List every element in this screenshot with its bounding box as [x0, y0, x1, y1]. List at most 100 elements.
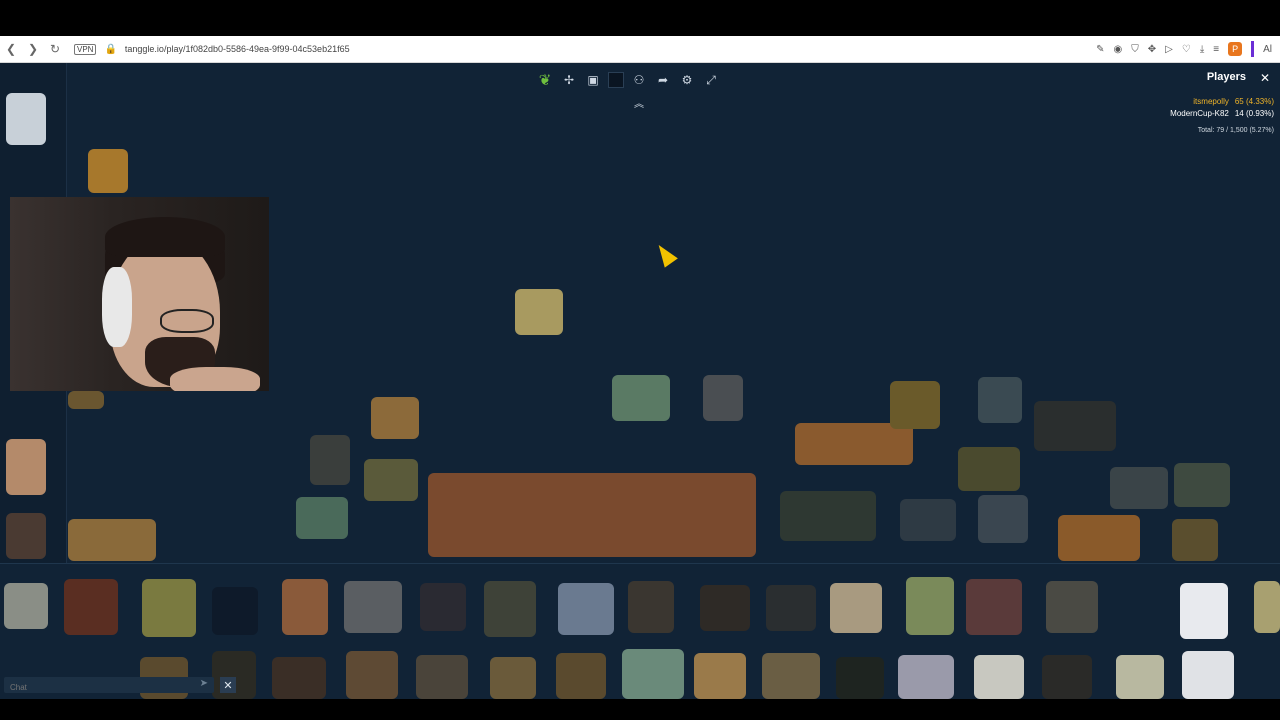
puzzle-piece[interactable]: [780, 491, 876, 541]
puzzle-piece[interactable]: [212, 587, 258, 635]
chat-input[interactable]: [4, 679, 172, 696]
heart-icon[interactable]: ♡: [1182, 44, 1191, 55]
puzzle-piece[interactable]: [346, 651, 398, 699]
webcam-overlay: [10, 197, 269, 391]
vpn-badge[interactable]: VPN: [74, 43, 97, 55]
player-score: 14 (0.93%): [1234, 109, 1274, 118]
bottom-letterbox: [0, 699, 1280, 720]
logo-leaf-icon[interactable]: ❦: [536, 71, 554, 89]
puzzle-piece[interactable]: [68, 391, 104, 409]
puzzle-piece[interactable]: [628, 581, 674, 633]
ai-button[interactable]: Al: [1263, 44, 1272, 55]
top-letterbox: [0, 0, 1280, 36]
puzzle-piece[interactable]: [282, 579, 328, 635]
puzzle-piece[interactable]: [1174, 463, 1230, 507]
puzzle-piece[interactable]: [1254, 581, 1280, 633]
puzzle-piece[interactable]: [484, 581, 536, 637]
browser-extension-icons: ✎ ◉ ⛉ ✥ ▷ ♡ ⤓ ≡ P Al: [1096, 36, 1272, 62]
puzzle-icon[interactable]: ✢: [560, 71, 578, 89]
image-preview-icon[interactable]: ▣: [584, 71, 602, 89]
chat-close-icon[interactable]: ✕: [220, 677, 236, 693]
camera-icon[interactable]: ◉: [1114, 44, 1123, 55]
puzzle-piece[interactable]: [1046, 581, 1098, 633]
puzzle-toolbar: ❦ ✢ ▣ ⚇ ➦ ⚙ ⤢: [536, 69, 720, 91]
puzzle-piece[interactable]: [694, 653, 746, 699]
puzzle-piece[interactable]: [830, 583, 882, 633]
puzzle-piece[interactable]: [890, 381, 940, 429]
download-icon[interactable]: ⤓: [1200, 44, 1204, 55]
settings-icon[interactable]: ⚙: [678, 71, 696, 89]
send-icon[interactable]: ➤: [200, 678, 208, 689]
puzzle-piece[interactable]: [1180, 583, 1228, 639]
puzzle-piece[interactable]: [142, 579, 196, 637]
puzzle-piece[interactable]: [88, 149, 128, 193]
puzzle-piece[interactable]: [416, 655, 468, 699]
puzzle-piece[interactable]: [762, 653, 820, 699]
puzzle-piece[interactable]: [344, 581, 402, 633]
puzzle-piece[interactable]: [296, 497, 348, 539]
lock-icon[interactable]: 🔒: [104, 44, 116, 55]
puzzle-piece[interactable]: [1182, 651, 1234, 699]
puzzle-board[interactable]: ❦ ✢ ▣ ⚇ ➦ ⚙ ⤢ ︽ Players ✕ itsmepolly 65 …: [0, 63, 1280, 699]
shield-icon[interactable]: ⛉: [1131, 44, 1139, 55]
puzzle-piece[interactable]: [64, 579, 118, 635]
forward-icon[interactable]: ❯: [22, 38, 44, 60]
puzzle-piece[interactable]: [68, 519, 156, 561]
piece-tray-divider: [0, 563, 1280, 564]
share-icon[interactable]: ➦: [654, 71, 672, 89]
puzzle-piece[interactable]: [703, 375, 743, 421]
puzzle-piece[interactable]: [966, 579, 1022, 635]
puzzle-piece[interactable]: [364, 459, 418, 501]
puzzle-piece[interactable]: [978, 495, 1028, 543]
puzzle-piece[interactable]: [1172, 519, 1218, 561]
play-icon[interactable]: ▷: [1165, 44, 1173, 55]
background-icon[interactable]: [608, 72, 624, 88]
puzzle-piece[interactable]: [515, 289, 563, 335]
puzzle-piece[interactable]: [310, 435, 350, 485]
puzzle-piece[interactable]: [974, 655, 1024, 699]
puzzle-piece[interactable]: [4, 583, 48, 629]
puzzle-piece[interactable]: [558, 583, 614, 635]
puzzle-piece[interactable]: [898, 655, 954, 699]
puzzle-piece[interactable]: [1034, 401, 1116, 451]
puzzle-piece[interactable]: [958, 447, 1020, 491]
puzzle-piece[interactable]: [622, 649, 684, 699]
fullscreen-icon[interactable]: ⤢: [702, 71, 720, 89]
puzzle-piece[interactable]: [490, 657, 536, 699]
back-icon[interactable]: ❮: [0, 38, 22, 60]
puzzle-piece[interactable]: [836, 657, 884, 699]
puzzle-piece[interactable]: [6, 513, 46, 559]
player-name: ModernCup-K82: [1170, 109, 1229, 118]
puzzle-piece[interactable]: [371, 397, 419, 439]
player-row: ModernCup-K82 14 (0.93%): [1170, 109, 1274, 118]
players-icon[interactable]: ⚇: [630, 71, 648, 89]
puzzle-piece[interactable]: [1042, 655, 1092, 699]
collapse-toolbar-icon[interactable]: ︽: [634, 95, 644, 110]
puzzle-piece[interactable]: [272, 657, 326, 699]
url-text[interactable]: tanggle.io/play/1f082db0-5586-49ea-9f99-…: [125, 44, 350, 54]
puzzle-piece[interactable]: [978, 377, 1022, 423]
puzzle-piece[interactable]: [795, 423, 913, 465]
puzzle-piece[interactable]: [612, 375, 670, 421]
puzzle-piece[interactable]: [1058, 515, 1140, 561]
player-name: itsmepolly: [1193, 97, 1229, 106]
puzzle-piece[interactable]: [766, 585, 816, 631]
puzzle-piece[interactable]: [428, 473, 756, 557]
puzzle-piece[interactable]: [900, 499, 956, 541]
puzzle-piece[interactable]: [420, 583, 466, 631]
browser-address-bar: ❮ ❯ ↻ VPN 🔒 tanggle.io/play/1f082db0-558…: [0, 36, 1280, 63]
menu-icon[interactable]: ≡: [1213, 44, 1219, 55]
extension-icon[interactable]: ✥: [1148, 44, 1156, 55]
close-icon[interactable]: ✕: [1260, 71, 1270, 85]
puzzle-piece[interactable]: [556, 653, 606, 699]
profile-avatar[interactable]: P: [1228, 42, 1243, 56]
puzzle-piece[interactable]: [6, 93, 46, 145]
puzzle-piece[interactable]: [906, 577, 954, 635]
puzzle-piece[interactable]: [6, 439, 46, 495]
puzzle-piece[interactable]: [1110, 467, 1168, 509]
puzzle-piece[interactable]: [700, 585, 750, 631]
player-score: 65 (4.33%): [1234, 97, 1274, 106]
puzzle-piece[interactable]: [1116, 655, 1164, 699]
reload-icon[interactable]: ↻: [44, 38, 66, 60]
edit-icon[interactable]: ✎: [1096, 44, 1104, 55]
